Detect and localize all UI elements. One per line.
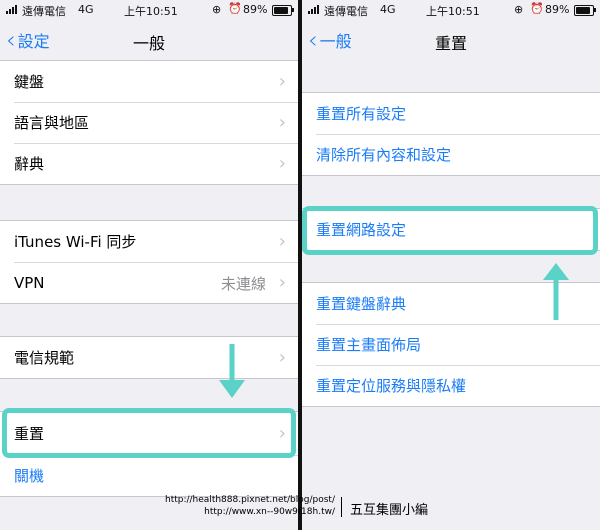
list-item-label: 重置定位服務與隱私權 [316,377,467,395]
vpn-status: 未連線 [220,275,266,293]
list-item-label: 電信規範 [14,349,75,367]
signal-icon [308,5,319,14]
chevron-right-icon: › [278,71,286,92]
network-type: 4G [78,3,94,16]
carrier-name: 遠傳電信 [324,5,368,18]
battery-icon [272,5,294,16]
alarm-icon: ⏰ [228,2,242,15]
author-signature: 五互集團小編 [350,503,429,518]
chevron-right-icon: › [278,347,286,368]
reset-home-layout-button[interactable]: 重置主畫面佈局 [302,324,600,365]
network-highlight-box [302,206,598,255]
source-url-caption: http://health888.pixnet.net/blog/post/ h… [140,494,335,518]
shut-down-label: 關機 [14,467,45,485]
list-item-vpn[interactable]: VPN 未連線 › [0,262,298,303]
list-item-label: 鍵盤 [14,73,45,91]
list-item-label: 重置所有設定 [316,105,407,123]
chevron-right-icon: › [278,112,286,133]
page-title: 重置 [434,34,467,53]
reset-highlight-box [2,408,296,458]
shut-down-button[interactable]: 關機 [0,455,298,496]
rotation-lock-icon: ⊕ [212,3,222,16]
list-item-keyboard[interactable]: 鍵盤 › [0,61,298,102]
signal-icon [6,5,17,14]
reset-group-main: 重置所有設定 清除所有內容和設定 [302,92,600,176]
left-screen: 遠傳電信 4G 上午10:51 ⊕ ⏰ 89% ‹ 設定 一般 鍵盤 › 語言與… [0,0,298,530]
battery-percent: 89% [243,3,268,16]
source-url-line-1: http://health888.pixnet.net/blog/post/ [164,495,335,505]
chevron-right-icon: › [278,153,286,174]
status-time: 上午10:51 [124,5,178,18]
settings-group-input: 鍵盤 › 語言與地區 › 辭典 › [0,60,298,185]
erase-all-content-button[interactable]: 清除所有內容和設定 [302,134,600,175]
nav-bar: ‹ 一般 重置 [302,20,600,60]
battery-percent: 89% [545,3,570,16]
list-item-label: 清除所有內容和設定 [316,146,452,164]
status-time: 上午10:51 [426,5,480,18]
settings-group-sync: iTunes Wi-Fi 同步 › VPN 未連線 › [0,220,298,304]
down-arrow-icon [219,344,245,398]
alarm-icon: ⏰ [530,2,544,15]
list-item-label: iTunes Wi-Fi 同步 [14,233,137,251]
list-item-label: 重置主畫面佈局 [316,336,422,354]
network-type: 4G [380,3,396,16]
source-url-line-2: http://www.xn--90w9f18h.tw/ [204,507,335,517]
settings-group-regulatory: 電信規範 › [0,336,298,379]
status-bar: 遠傳電信 4G 上午10:51 ⊕ ⏰ 89% [302,0,600,20]
list-item-label: 辭典 [14,155,45,173]
up-arrow-icon [543,263,569,320]
list-item-itunes-wifi-sync[interactable]: iTunes Wi-Fi 同步 › [0,221,298,262]
list-item-dictionary[interactable]: 辭典 › [0,143,298,184]
list-item-regulatory[interactable]: 電信規範 › [0,337,298,378]
right-screen: 遠傳電信 4G 上午10:51 ⊕ ⏰ 89% ‹ 一般 重置 重置所有設定 清… [302,0,600,530]
list-item-label: 語言與地區 [14,114,90,132]
carrier-name: 遠傳電信 [22,5,66,18]
chevron-right-icon: › [278,272,286,293]
reset-all-settings-button[interactable]: 重置所有設定 [302,93,600,134]
caption-divider [341,497,342,517]
list-item-language-region[interactable]: 語言與地區 › [0,102,298,143]
chevron-right-icon: › [278,231,286,252]
list-item-label: VPN [14,273,45,292]
page-title: 一般 [132,34,165,53]
list-item-label: 重置鍵盤辭典 [316,295,407,313]
reset-location-privacy-button[interactable]: 重置定位服務與隱私權 [302,365,600,406]
status-bar: 遠傳電信 4G 上午10:51 ⊕ ⏰ 89% [0,0,298,20]
battery-icon [574,5,596,16]
rotation-lock-icon: ⊕ [514,3,524,16]
nav-bar: ‹ 設定 一般 [0,20,298,60]
